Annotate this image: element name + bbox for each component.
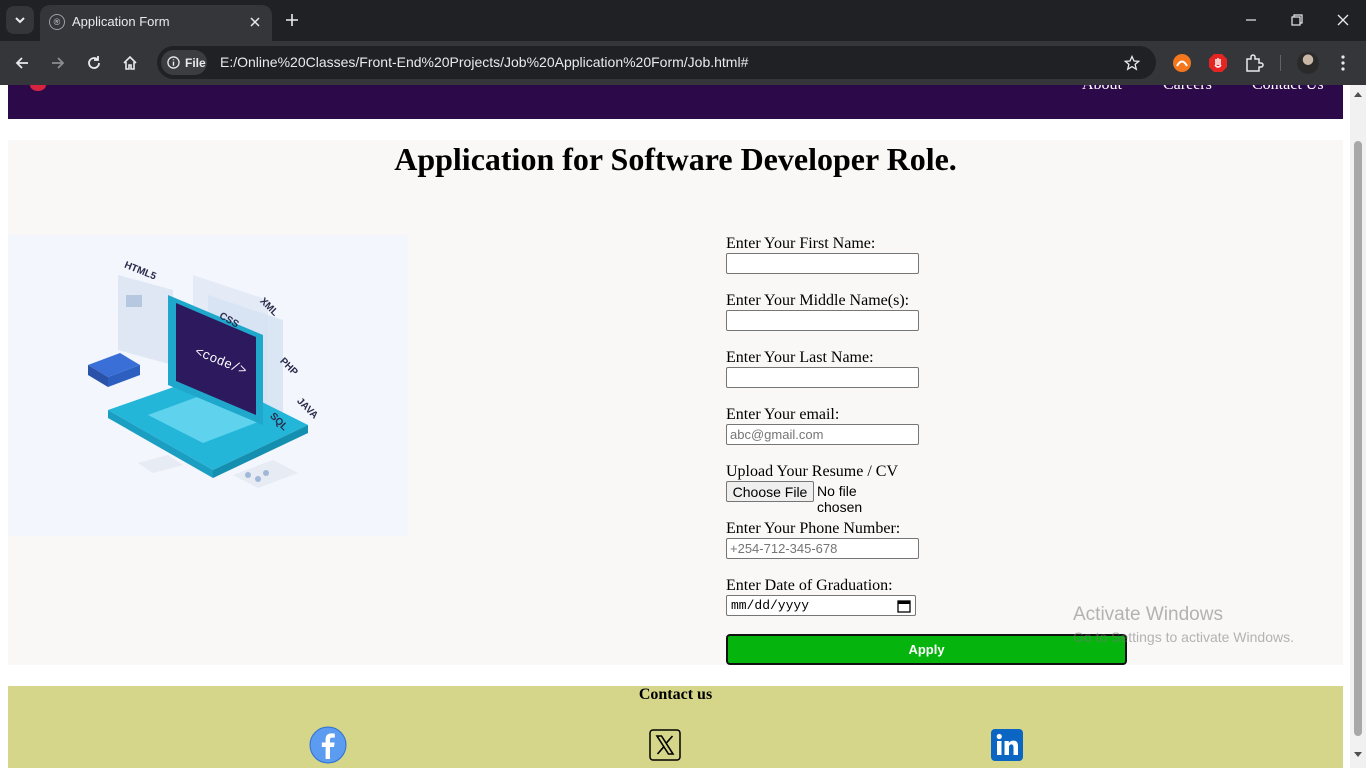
site-logo[interactable] bbox=[30, 85, 46, 91]
bookmark-button[interactable] bbox=[1122, 53, 1142, 73]
home-icon bbox=[123, 55, 137, 70]
date-placeholder: mm/dd/yyyy bbox=[731, 598, 810, 613]
phone-label: Enter Your Phone Number: bbox=[726, 520, 901, 537]
forward-button[interactable] bbox=[44, 49, 72, 77]
apply-button[interactable]: Apply bbox=[726, 634, 1127, 665]
scroll-down-arrow-icon[interactable] bbox=[1354, 752, 1362, 758]
scrollbar-thumb[interactable] bbox=[1354, 141, 1362, 736]
more-vertical-icon bbox=[1341, 55, 1345, 71]
site-info-label: File bbox=[185, 55, 206, 70]
last-name-label: Enter Your Last Name: bbox=[726, 349, 874, 366]
tab-title: Application Form bbox=[72, 14, 170, 29]
middle-name-input[interactable] bbox=[726, 310, 919, 331]
adblock-icon[interactable] bbox=[1208, 53, 1228, 73]
email-input[interactable] bbox=[726, 424, 919, 445]
choose-file-button[interactable]: Choose File bbox=[726, 481, 814, 502]
graduation-date-input[interactable]: mm/dd/yyyy bbox=[726, 595, 916, 616]
nav-link-careers[interactable]: Careers bbox=[1163, 85, 1212, 94]
star-icon bbox=[1124, 55, 1140, 71]
calendar-icon[interactable] bbox=[897, 599, 911, 613]
email-label: Enter Your email: bbox=[726, 406, 840, 423]
close-icon bbox=[250, 17, 260, 27]
tag-java: JAVA bbox=[294, 396, 320, 422]
plus-icon bbox=[286, 14, 298, 26]
minimize-button[interactable] bbox=[1228, 0, 1274, 40]
first-name-label: Enter Your First Name: bbox=[726, 235, 876, 252]
activate-windows-title: Activate Windows bbox=[1073, 604, 1223, 625]
last-name-input[interactable] bbox=[726, 367, 919, 388]
toolbar-separator bbox=[1280, 55, 1281, 71]
address-bar[interactable]: File E:/Online%20Classes/Front-End%20Pro… bbox=[157, 46, 1156, 79]
page-scrollbar[interactable] bbox=[1350, 85, 1366, 768]
browser-toolbar: File E:/Online%20Classes/Front-End%20Pro… bbox=[0, 41, 1366, 85]
laptop-illustration: <code/> HTML5 CSS XML PHP JAVA SQL bbox=[88, 260, 320, 488]
page-title: Application for Software Developer Role. bbox=[394, 141, 957, 177]
reload-button[interactable] bbox=[80, 49, 108, 77]
chevron-down-icon bbox=[15, 17, 25, 24]
browser-tab-bar: ® Application Form bbox=[0, 0, 1366, 41]
url-text: E:/Online%20Classes/Front-End%20Projects… bbox=[220, 54, 749, 70]
contact-footer: Contact us bbox=[8, 686, 1343, 768]
page-viewport: About Careers Contact Us Application for… bbox=[0, 85, 1350, 768]
graduation-date-label: Enter Date of Graduation: bbox=[726, 577, 893, 594]
site-header: About Careers Contact Us bbox=[8, 85, 1343, 119]
middle-name-label: Enter Your Middle Name(s): bbox=[726, 292, 910, 309]
close-icon bbox=[1337, 14, 1349, 26]
activate-windows-subtitle: Go to Settings to activate Windows. bbox=[1073, 629, 1294, 645]
x-icon[interactable] bbox=[649, 729, 681, 761]
tab-search-button[interactable] bbox=[6, 6, 34, 34]
restore-icon bbox=[1291, 14, 1303, 26]
tab-close-button[interactable] bbox=[246, 13, 264, 31]
resume-label: Upload Your Resume / CV bbox=[726, 463, 899, 480]
minimize-icon bbox=[1246, 19, 1256, 21]
new-tab-button[interactable] bbox=[281, 9, 303, 31]
scroll-up-arrow-icon[interactable] bbox=[1354, 91, 1362, 97]
favicon-icon: ® bbox=[49, 14, 65, 30]
first-name-input[interactable] bbox=[726, 253, 919, 274]
browser-menu-button[interactable] bbox=[1333, 53, 1353, 73]
home-button[interactable] bbox=[116, 49, 144, 77]
nav-link-about[interactable]: About bbox=[1082, 85, 1122, 94]
software-developer-illustration: <code/> HTML5 CSS XML PHP JAVA SQL bbox=[8, 235, 408, 536]
browser-tab[interactable]: ® Application Form bbox=[40, 5, 272, 41]
arrow-left-icon bbox=[15, 57, 28, 69]
phone-input[interactable] bbox=[726, 538, 919, 559]
linkedin-icon[interactable] bbox=[991, 729, 1023, 761]
extensions-puzzle-icon[interactable] bbox=[1244, 53, 1264, 73]
reload-icon bbox=[88, 56, 100, 69]
application-section: Application for Software Developer Role.… bbox=[8, 140, 1343, 665]
avatar[interactable] bbox=[1297, 52, 1319, 74]
facebook-icon[interactable] bbox=[309, 726, 347, 764]
site-info-chip[interactable]: File bbox=[161, 50, 207, 75]
back-button[interactable] bbox=[8, 49, 36, 77]
file-status-text: No file chosen bbox=[817, 483, 863, 515]
nav-link-contact[interactable]: Contact Us bbox=[1252, 85, 1324, 94]
window-close-button[interactable] bbox=[1320, 0, 1366, 40]
arrow-right-icon bbox=[52, 57, 65, 69]
footer-title: Contact us bbox=[638, 686, 713, 703]
restore-button[interactable] bbox=[1274, 0, 1320, 40]
extension-orange-icon[interactable] bbox=[1172, 53, 1192, 73]
info-icon bbox=[167, 56, 180, 69]
